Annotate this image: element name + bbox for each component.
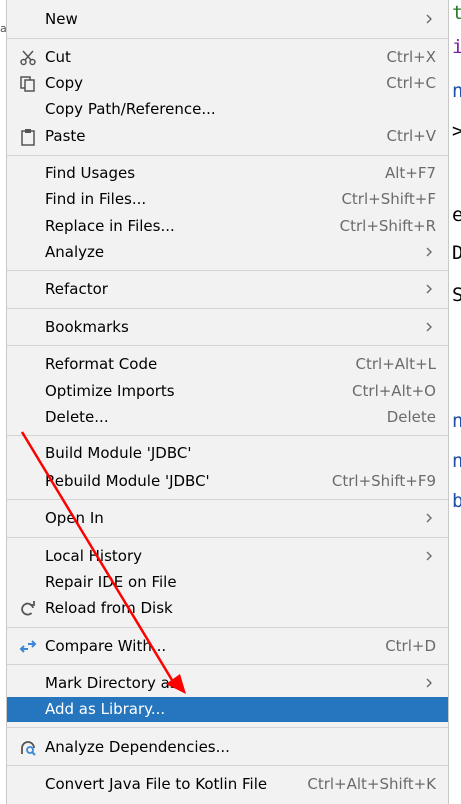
menu-item-add-as-library[interactable]: Add as Library... — [7, 697, 448, 722]
menu-item-open-in[interactable]: Open In — [7, 506, 448, 531]
menu-item-label: Replace in Files... — [45, 217, 175, 235]
menu-item-label: Cut — [45, 48, 71, 66]
menu-separator — [7, 38, 448, 39]
chevron-right-icon — [426, 14, 432, 24]
menu-separator — [7, 537, 448, 538]
menu-item-new[interactable]: New — [7, 7, 448, 32]
chevron-right-icon — [426, 551, 432, 561]
shortcut-text: Ctrl+X — [386, 48, 436, 66]
clipboard-icon — [21, 129, 35, 146]
editor-glyph: n — [452, 450, 461, 472]
shortcut-text: Ctrl+Alt+O — [352, 382, 436, 400]
menu-separator — [7, 270, 448, 271]
menu-separator — [7, 627, 448, 628]
menu-item-find-usages[interactable]: Find Usages Alt+F7 — [7, 161, 448, 186]
shortcut-text: Ctrl+C — [386, 74, 436, 92]
menu-item-label: Convert Java File to Kotlin File — [45, 775, 268, 793]
menu-item-analyze[interactable]: Analyze — [7, 240, 448, 265]
menu-item-cut[interactable]: Cut Ctrl+X — [7, 45, 448, 70]
editor-glyph: b — [452, 490, 461, 512]
menu-item-label: Build Module 'JDBC' — [45, 444, 192, 462]
menu-item-refactor[interactable]: Refactor — [7, 277, 448, 302]
editor-glyph: > — [452, 120, 461, 142]
editor-glyph: n — [452, 410, 461, 432]
menu-item-delete[interactable]: Delete... Delete — [7, 405, 448, 430]
shortcut-text: Ctrl+D — [385, 637, 436, 655]
editor-glyph: S — [452, 284, 461, 306]
menu-item-label: Add as Library... — [45, 700, 166, 718]
menu-item-label: Copy Path/Reference... — [45, 100, 216, 118]
menu-item-label: Analyze — [45, 243, 105, 261]
menu-item-label: Refactor — [45, 280, 108, 298]
chevron-right-icon — [426, 678, 432, 688]
menu-item-reformat-code[interactable]: Reformat Code Ctrl+Alt+L — [7, 352, 448, 377]
shortcut-text: Ctrl+Alt+Shift+K — [307, 775, 436, 793]
chevron-right-icon — [426, 247, 432, 257]
menu-item-copy[interactable]: Copy Ctrl+C — [7, 71, 448, 96]
menu-item-label: Repair IDE on File — [45, 573, 177, 591]
menu-item-label: Delete... — [45, 408, 109, 426]
copy-icon — [20, 76, 35, 92]
menu-item-label: Analyze Dependencies... — [45, 738, 230, 756]
menu-separator — [7, 664, 448, 665]
context-menu: New Cut Ctrl+X Copy Ctrl+C Copy Path/Ref… — [6, 0, 449, 804]
menu-item-label: Rebuild Module 'JDBC' — [45, 472, 210, 490]
menu-item-reload-from-disk[interactable]: Reload from Disk — [7, 596, 448, 621]
menu-separator — [7, 727, 448, 728]
analyze-dependencies-icon — [21, 741, 36, 756]
menu-item-label: Reformat Code — [45, 355, 158, 373]
menu-separator — [7, 499, 448, 500]
editor-glyph: t — [452, 2, 461, 24]
chevron-right-icon — [426, 284, 432, 294]
menu-item-optimize-imports[interactable]: Optimize Imports Ctrl+Alt+O — [7, 379, 448, 404]
menu-item-compare-with[interactable]: Compare With... Ctrl+D — [7, 634, 448, 659]
menu-item-find-in-files[interactable]: Find in Files... Ctrl+Shift+F — [7, 187, 448, 212]
menu-item-label: Reload from Disk — [45, 599, 173, 617]
shortcut-text: Ctrl+Shift+F — [341, 190, 436, 208]
shortcut-text: Ctrl+Shift+F9 — [331, 472, 436, 490]
shortcut-text: Ctrl+V — [386, 127, 436, 145]
editor-glyph: n — [452, 80, 461, 102]
menu-separator — [7, 308, 448, 309]
menu-separator — [7, 435, 448, 436]
shortcut-text: Alt+F7 — [384, 164, 436, 182]
menu-item-label: Find Usages — [45, 164, 136, 182]
menu-item-convert-to-kotlin[interactable]: Convert Java File to Kotlin File Ctrl+Al… — [7, 772, 448, 797]
editor-glyph: i — [452, 36, 461, 58]
menu-item-replace-in-files[interactable]: Replace in Files... Ctrl+Shift+R — [7, 214, 448, 239]
shortcut-text: Ctrl+Alt+L — [355, 355, 437, 373]
menu-item-label: Copy — [45, 74, 84, 92]
menu-item-label: Local History — [45, 547, 143, 565]
menu-item-analyze-dependencies[interactable]: Analyze Dependencies... — [7, 735, 448, 760]
menu-item-label: Compare With... — [45, 637, 167, 655]
chevron-right-icon — [426, 322, 432, 332]
menu-item-bookmarks[interactable]: Bookmarks — [7, 315, 448, 340]
menu-item-rebuild-module[interactable]: Rebuild Module 'JDBC' Ctrl+Shift+F9 — [7, 469, 448, 494]
menu-item-label: Bookmarks — [45, 318, 129, 336]
shortcut-text: Delete — [386, 408, 436, 426]
scissors-icon — [20, 50, 36, 66]
menu-item-label: Optimize Imports — [45, 382, 175, 400]
menu-item-label: Find in Files... — [45, 190, 147, 208]
menu-separator — [7, 765, 448, 766]
menu-item-build-module[interactable]: Build Module 'JDBC' — [7, 441, 448, 466]
reload-icon — [21, 601, 35, 616]
editor-glyph: e — [452, 204, 461, 226]
shortcut-text: Ctrl+Shift+R — [339, 217, 436, 235]
menu-item-local-history[interactable]: Local History — [7, 544, 448, 569]
menu-item-mark-directory-as[interactable]: Mark Directory as — [7, 671, 448, 696]
editor-glyph: D — [452, 242, 461, 264]
menu-item-copy-path[interactable]: Copy Path/Reference... — [7, 97, 448, 122]
menu-item-paste[interactable]: Paste Ctrl+V — [7, 124, 448, 149]
menu-item-label: Paste — [45, 127, 86, 145]
chevron-right-icon — [426, 513, 432, 523]
menu-item-repair-ide[interactable]: Repair IDE on File — [7, 570, 448, 595]
menu-separator — [7, 155, 448, 156]
menu-item-label: Open In — [45, 509, 104, 527]
editor-background: t i n > e D Sn n b — [449, 0, 461, 804]
menu-item-label: Mark Directory as — [45, 674, 178, 692]
menu-item-label: New — [45, 10, 78, 28]
menu-separator — [7, 345, 448, 346]
compare-arrows-icon — [19, 640, 37, 653]
